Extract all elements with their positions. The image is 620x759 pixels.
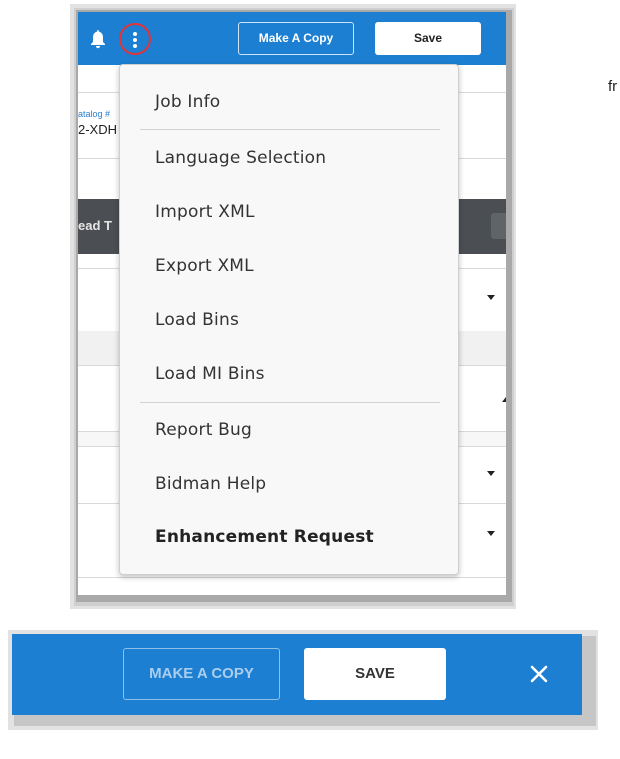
menu-item-bidman-help[interactable]: Bidman Help: [155, 474, 266, 494]
make-a-copy-button[interactable]: Make A Copy: [238, 22, 354, 55]
section-header-text: ead T: [78, 218, 112, 233]
save-button-large[interactable]: SAVE: [304, 648, 446, 700]
bottom-action-bar: MAKE A COPY SAVE: [12, 634, 582, 715]
catalog-label: atalog #: [78, 109, 111, 119]
make-a-copy-button-large[interactable]: MAKE A COPY: [123, 648, 280, 700]
menu-item-import-xml[interactable]: Import XML: [155, 202, 255, 222]
grid-toggle-button[interactable]: [491, 213, 506, 239]
chevron-down-icon[interactable]: [487, 295, 495, 300]
menu-item-job-info[interactable]: Job Info: [155, 92, 220, 112]
menu-item-language-selection[interactable]: Language Selection: [155, 148, 326, 168]
menu-item-report-bug[interactable]: Report Bug: [155, 420, 252, 440]
chevron-up-icon[interactable]: [502, 397, 506, 402]
top-app-bar: Make A Copy Save: [78, 12, 506, 65]
side-text-fragment: fr: [608, 78, 618, 95]
more-vertical-icon[interactable]: [119, 23, 151, 55]
menu-item-load-mi-bins[interactable]: Load MI Bins: [155, 364, 265, 384]
menu-divider: [140, 402, 440, 403]
chevron-down-icon[interactable]: [487, 531, 495, 536]
divider: [78, 577, 506, 578]
menu-divider: [140, 129, 440, 130]
menu-item-load-bins[interactable]: Load Bins: [155, 310, 239, 330]
chevron-down-icon[interactable]: [487, 471, 495, 476]
overflow-menu: Job Info Language Selection Import XML E…: [119, 64, 459, 575]
catalog-value: 2-XDH: [78, 122, 118, 137]
save-button[interactable]: Save: [375, 22, 481, 55]
menu-item-enhancement-request[interactable]: Enhancement Request: [155, 527, 374, 547]
menu-item-export-xml[interactable]: Export XML: [155, 256, 254, 276]
bell-icon[interactable]: [90, 29, 106, 49]
close-icon[interactable]: [530, 665, 548, 683]
